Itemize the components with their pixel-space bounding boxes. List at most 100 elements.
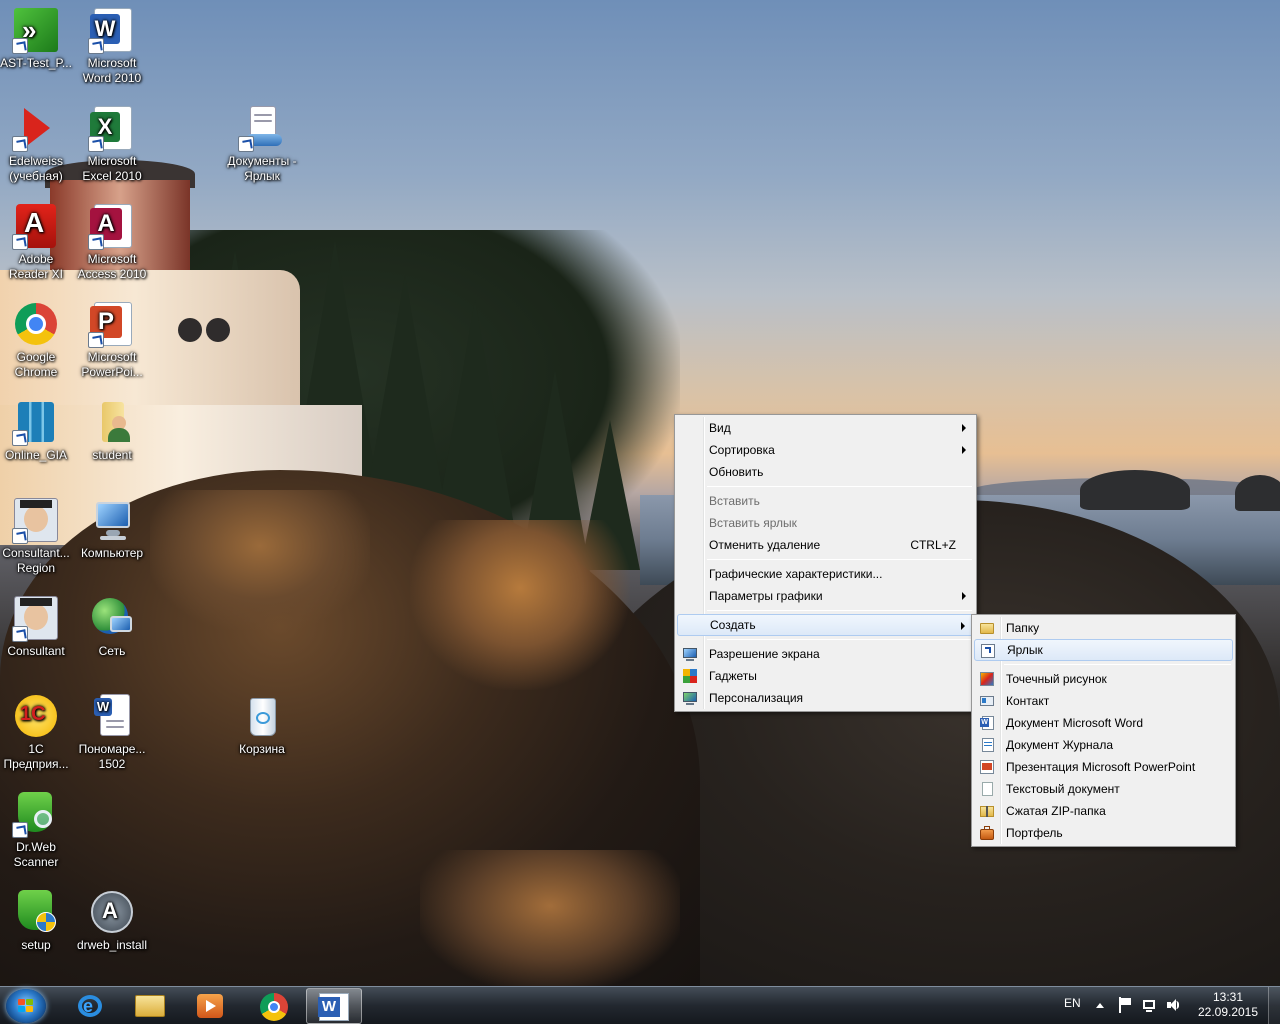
submenu-item-briefcase[interactable]: Портфель (974, 822, 1233, 844)
submenu-item-folder[interactable]: Папку (974, 617, 1233, 639)
wallpaper-island (1080, 470, 1190, 510)
menu-item-new[interactable]: Создать (677, 614, 974, 636)
word-document-icon: W (88, 692, 136, 740)
menu-item-label: Разрешение экрана (709, 647, 820, 661)
menu-item-label: Портфель (1006, 826, 1063, 840)
menu-item-graphics-options[interactable]: Параметры графики (677, 585, 974, 607)
word-icon: W (318, 993, 349, 1021)
taskbar-chrome[interactable] (246, 988, 302, 1024)
consultant-icon (12, 496, 60, 544)
show-desktop-button[interactable] (1268, 987, 1280, 1024)
recycle-bin-icon (238, 692, 286, 740)
folder-icon (979, 620, 995, 636)
menu-item-view[interactable]: Вид (677, 417, 974, 439)
shortcut-arrow-icon (88, 38, 104, 54)
action-center-button[interactable] (1118, 997, 1132, 1024)
show-hidden-icons-button[interactable] (1096, 998, 1104, 1024)
desktop-icon-label: Dr.Web Scanner (13, 840, 59, 869)
submenu-arrow-icon (961, 622, 965, 630)
menu-item-label: Создать (710, 618, 756, 632)
desktop-icon-word-document[interactable]: W Пономаре... 1502 (74, 692, 150, 772)
language-indicator[interactable]: EN (1064, 996, 1081, 1024)
submenu-item-zip-folder[interactable]: Сжатая ZIP-папка (974, 800, 1233, 822)
desktop-icon-setup[interactable]: setup (0, 888, 74, 953)
ast-test-icon: » (12, 6, 60, 54)
volume-button[interactable] (1166, 997, 1180, 1024)
network-tray-button[interactable] (1142, 997, 1156, 1024)
desktop-icon-1c[interactable]: 1С 1С Предприя... (0, 692, 74, 772)
desktop-icon-student[interactable]: student (74, 398, 150, 463)
windows-logo-icon (18, 999, 34, 1013)
speaker-icon (1166, 997, 1180, 1013)
menu-item-label: Вставить (709, 494, 760, 508)
menu-item-sort[interactable]: Сортировка (677, 439, 974, 461)
taskbar-media-player[interactable] (182, 988, 238, 1024)
submenu-item-word-document[interactable]: W Документ Microsoft Word (974, 712, 1233, 734)
submenu-item-text-document[interactable]: Текстовый документ (974, 778, 1233, 800)
online-gia-icon (12, 398, 60, 446)
desktop-icon-label: Компьютер (80, 546, 144, 560)
desktop-icon-label: Adobe Reader XI (8, 252, 64, 281)
desktop-context-menu: Вид Сортировка Обновить Вставить Вставит… (674, 414, 977, 712)
taskbar-word[interactable]: W (306, 988, 362, 1024)
taskbar-explorer[interactable] (122, 988, 178, 1024)
setup-icon (12, 888, 60, 936)
shortcut-arrow-icon (88, 234, 104, 250)
desktop-icon-word[interactable]: W Microsoft Word 2010 (74, 6, 150, 86)
desktop-icon-drweb-scanner[interactable]: Dr.Web Scanner (0, 790, 74, 870)
menu-item-undo-delete[interactable]: Отменить удаление CTRL+Z (677, 534, 974, 556)
menu-item-label: Документ Microsoft Word (1006, 716, 1144, 730)
menu-separator (707, 610, 972, 611)
network-icon (88, 594, 136, 642)
desktop-icon-label: Google Chrome (14, 350, 58, 379)
desktop-icon-network[interactable]: Сеть (74, 594, 150, 659)
menu-item-personalization[interactable]: Персонализация (677, 687, 974, 709)
desktop-icon-ast-test[interactable]: » AST-Test_P... (0, 6, 74, 71)
shortcut-arrow-icon (238, 136, 254, 152)
desktop-icon-consultant-region[interactable]: Consultant... Region (0, 496, 74, 576)
menu-item-graphics-properties[interactable]: Графические характеристики... (677, 563, 974, 585)
desktop-icon-label: Документы - Ярлык (227, 154, 297, 183)
chrome-icon (12, 300, 60, 348)
chrome-icon (260, 993, 288, 1021)
desktop-icon-edelweiss[interactable]: Edelweiss (учебная) (0, 104, 74, 184)
wallpaper-island (1235, 475, 1280, 511)
desktop-icon-consultant[interactable]: Consultant (0, 594, 74, 659)
desktop-icon-drweb-install[interactable]: A drweb_install (74, 888, 150, 953)
desktop-icon-excel[interactable]: X Microsoft Excel 2010 (74, 104, 150, 184)
menu-item-label: Параметры графики (709, 589, 823, 603)
submenu-item-powerpoint-presentation[interactable]: Презентация Microsoft PowerPoint (974, 756, 1233, 778)
submenu-item-shortcut[interactable]: Ярлык (974, 639, 1233, 661)
personalization-icon (682, 690, 698, 706)
desktop-icon-access[interactable]: A Microsoft Access 2010 (74, 202, 150, 282)
menu-separator (707, 639, 972, 640)
submenu-item-contact[interactable]: Контакт (974, 690, 1233, 712)
text-doc-icon (979, 781, 995, 797)
excel-icon: X (88, 104, 136, 152)
submenu-item-bitmap[interactable]: Точечный рисунок (974, 668, 1233, 690)
desktop-icon-powerpoint[interactable]: P Microsoft PowerPoi... (74, 300, 150, 380)
desktop-icon-online-gia[interactable]: Online_GIA (0, 398, 74, 463)
desktop-icon-recycle-bin[interactable]: Корзина (224, 692, 300, 757)
desktop-icon-adobe-reader[interactable]: A Adobe Reader XI (0, 202, 74, 282)
menu-item-label: Обновить (709, 465, 764, 479)
explorer-icon (135, 995, 165, 1017)
desktop-icon-label: Microsoft Excel 2010 (82, 154, 142, 183)
submenu-item-journal-document[interactable]: Документ Журнала (974, 734, 1233, 756)
menu-item-label: Документ Журнала (1006, 738, 1114, 752)
bitmap-icon (979, 671, 995, 687)
menu-item-label: Папку (1006, 621, 1040, 635)
start-button[interactable] (6, 989, 46, 1023)
shortcut-arrow-icon (12, 430, 28, 446)
taskbar-internet-explorer[interactable]: e (62, 988, 118, 1024)
desktop-icon-documents[interactable]: Документы - Ярлык (224, 104, 300, 184)
desktop-icon-chrome[interactable]: Google Chrome (0, 300, 74, 380)
desktop-icon-computer[interactable]: Компьютер (74, 496, 150, 561)
system-clock[interactable]: 13:31 22.09.2015 (1190, 990, 1266, 1020)
menu-item-gadgets[interactable]: Гаджеты (677, 665, 974, 687)
access-icon: A (88, 202, 136, 250)
screen-resolution-icon (682, 646, 698, 662)
briefcase-icon (979, 825, 995, 841)
menu-item-refresh[interactable]: Обновить (677, 461, 974, 483)
menu-item-screen-resolution[interactable]: Разрешение экрана (677, 643, 974, 665)
